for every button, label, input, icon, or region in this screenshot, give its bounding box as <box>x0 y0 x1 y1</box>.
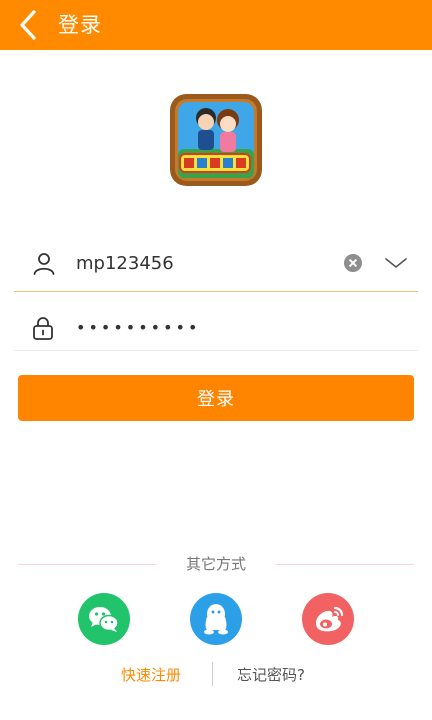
weibo-icon <box>316 606 344 632</box>
divider-line-right <box>276 564 414 565</box>
qq-penguin-icon <box>204 604 228 635</box>
username-row <box>14 235 418 292</box>
lock-icon <box>32 316 54 344</box>
password-input[interactable] <box>74 310 338 344</box>
clear-input-icon[interactable] <box>344 254 362 272</box>
link-divider <box>212 662 213 686</box>
qq-login-button[interactable] <box>190 593 242 645</box>
wechat-icon <box>89 607 119 632</box>
login-button[interactable]: 登录 <box>18 375 414 421</box>
weibo-login-button[interactable] <box>302 593 354 645</box>
wechat-login-button[interactable] <box>78 593 130 645</box>
footer-links: 快速注册 忘记密码? <box>0 660 432 688</box>
quick-register-link[interactable]: 快速注册 <box>121 664 181 685</box>
chevron-down-icon[interactable] <box>384 253 408 273</box>
other-methods-divider: 其它方式 <box>18 552 414 576</box>
password-row <box>14 300 418 351</box>
user-icon <box>32 251 56 279</box>
forgot-password-link[interactable]: 忘记密码? <box>237 664 305 685</box>
app-header: 登录 <box>0 0 432 50</box>
page-title: 登录 <box>58 13 102 37</box>
username-input[interactable] <box>74 247 338 279</box>
game-logo <box>170 94 262 186</box>
back-arrow-icon[interactable] <box>14 9 44 41</box>
